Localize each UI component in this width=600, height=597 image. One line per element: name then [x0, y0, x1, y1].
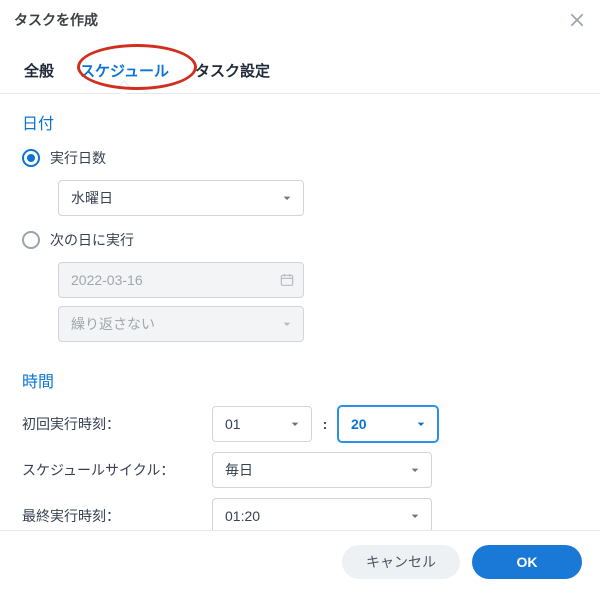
date-value: 2022-03-16	[71, 272, 143, 288]
button-label: キャンセル	[366, 552, 436, 572]
cycle-label: スケジュールサイクル：	[22, 460, 212, 480]
button-label: OK	[517, 554, 538, 570]
tab-label: スケジュール	[80, 63, 169, 80]
last-run-row: 最終実行時刻： 01:20	[22, 498, 578, 530]
date-picker: 2022-03-16	[58, 262, 304, 298]
dialog-body: 日付 実行日数 水曜日 次の日に実行 2022-03-16	[0, 94, 600, 530]
last-run-select[interactable]: 01:20	[212, 498, 432, 530]
time-colon: :	[312, 416, 338, 432]
first-run-label: 初回実行時刻：	[22, 414, 212, 434]
chevron-down-icon	[287, 416, 303, 432]
select-value: 繰り返さない	[71, 314, 155, 334]
cycle-select[interactable]: 毎日	[212, 452, 432, 488]
select-value: 01:20	[225, 508, 260, 524]
radio-icon	[22, 149, 40, 167]
first-run-hour-select[interactable]: 01	[212, 406, 312, 442]
chevron-down-icon	[279, 190, 295, 206]
select-value: 毎日	[225, 460, 253, 480]
chevron-down-icon	[413, 416, 429, 432]
radio-run-days[interactable]: 実行日数	[22, 148, 578, 168]
first-run-minute-select[interactable]: 20	[338, 406, 438, 442]
first-run-row: 初回実行時刻： 01 : 20	[22, 406, 578, 442]
radio-label: 実行日数	[50, 148, 106, 168]
date-section-title: 日付	[22, 110, 578, 134]
cycle-row: スケジュールサイクル： 毎日	[22, 452, 578, 488]
titlebar: タスクを作成	[0, 0, 600, 38]
ok-button[interactable]: OK	[472, 545, 582, 579]
create-task-dialog: タスクを作成 全般 スケジュール タスク設定 日付 実行日数 水曜日	[0, 0, 600, 597]
select-value: 01	[225, 416, 241, 432]
chevron-down-icon	[407, 462, 423, 478]
radio-next-run[interactable]: 次の日に実行	[22, 230, 578, 250]
tab-general[interactable]: 全般	[22, 56, 56, 93]
chevron-down-icon	[407, 508, 423, 524]
chevron-down-icon	[279, 316, 295, 332]
repeat-select: 繰り返さない	[58, 306, 304, 342]
radio-icon	[22, 231, 40, 249]
dialog-footer: キャンセル OK	[0, 530, 600, 597]
dialog-title: タスクを作成	[14, 10, 98, 30]
last-run-label: 最終実行時刻：	[22, 506, 212, 526]
tab-bar: 全般 スケジュール タスク設定	[0, 38, 600, 93]
tab-label: タスク設定	[195, 63, 270, 80]
tab-task-settings[interactable]: タスク設定	[193, 56, 272, 93]
close-icon[interactable]	[568, 11, 586, 29]
radio-label: 次の日に実行	[50, 230, 134, 250]
select-value: 水曜日	[71, 188, 113, 208]
select-value: 20	[351, 416, 367, 432]
weekday-select[interactable]: 水曜日	[58, 180, 304, 216]
calendar-icon	[279, 272, 295, 288]
tab-label: 全般	[24, 63, 54, 80]
time-section-title: 時間	[22, 368, 578, 392]
cancel-button[interactable]: キャンセル	[342, 545, 460, 579]
tab-schedule[interactable]: スケジュール	[78, 56, 171, 93]
